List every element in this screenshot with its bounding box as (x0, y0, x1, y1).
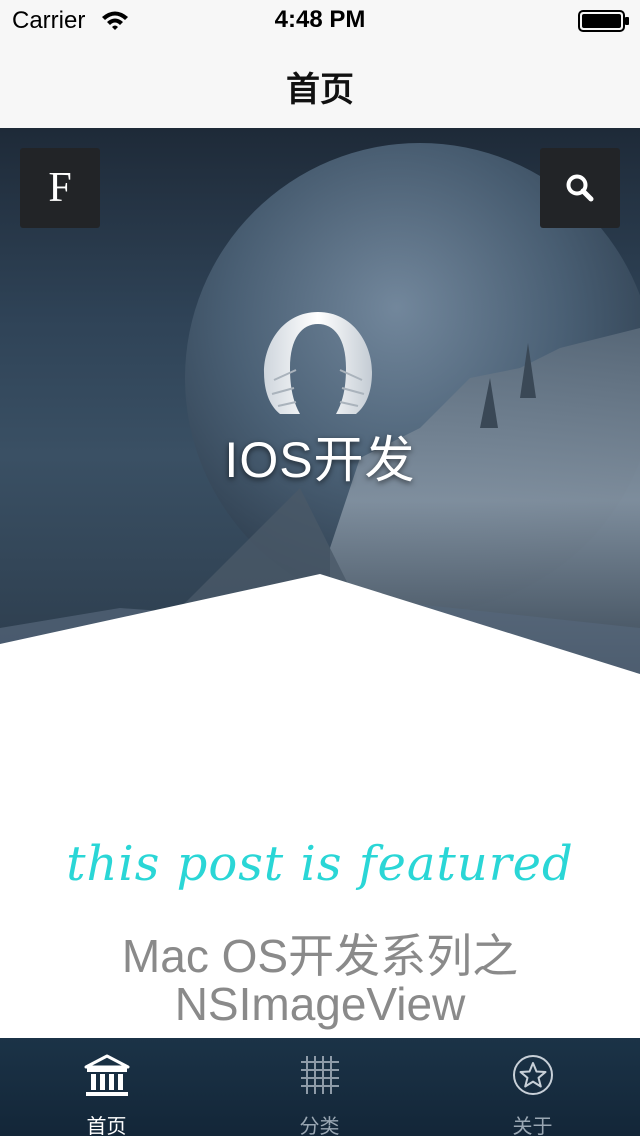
featured-post-title[interactable]: Mac OS开发系列之 NSImageView (60, 932, 580, 1028)
star-badge-icon (513, 1055, 553, 1095)
status-bar: Carrier 4:48 PM (0, 0, 640, 40)
page-title: 首页 (286, 71, 354, 109)
featured-post-title-line2: NSImageView (174, 978, 466, 1030)
bank-icon (84, 1054, 130, 1096)
arch-logo-icon (264, 312, 372, 414)
featured-post-title-line1: Mac OS开发系列之 (121, 930, 519, 982)
hero-title: IOS开发 (224, 432, 416, 488)
navigation-bar: 首页 (0, 40, 640, 128)
tab-about[interactable]: 关于 (426, 1038, 639, 1136)
tab-bar: 首页 分类 关于 (0, 1038, 640, 1136)
search-icon (566, 174, 594, 202)
battery-icon (578, 10, 629, 32)
tab-category-label: 分类 (299, 1116, 340, 1136)
tab-home-label: 首页 (86, 1116, 127, 1136)
tab-about-label: 关于 (512, 1116, 553, 1136)
tab-category[interactable]: 分类 (213, 1038, 426, 1136)
featured-tag: this post is featured (66, 836, 574, 892)
status-time: 4:48 PM (274, 6, 366, 33)
search-button[interactable] (540, 148, 620, 228)
hero-banner: F IOS开发 (0, 128, 640, 674)
menu-button[interactable]: F (20, 148, 100, 228)
tab-home[interactable]: 首页 (0, 1038, 213, 1136)
screen: Carrier 4:48 PM 首页 F IOS开发 this post is … (0, 0, 640, 1136)
grid-icon (301, 1056, 339, 1094)
